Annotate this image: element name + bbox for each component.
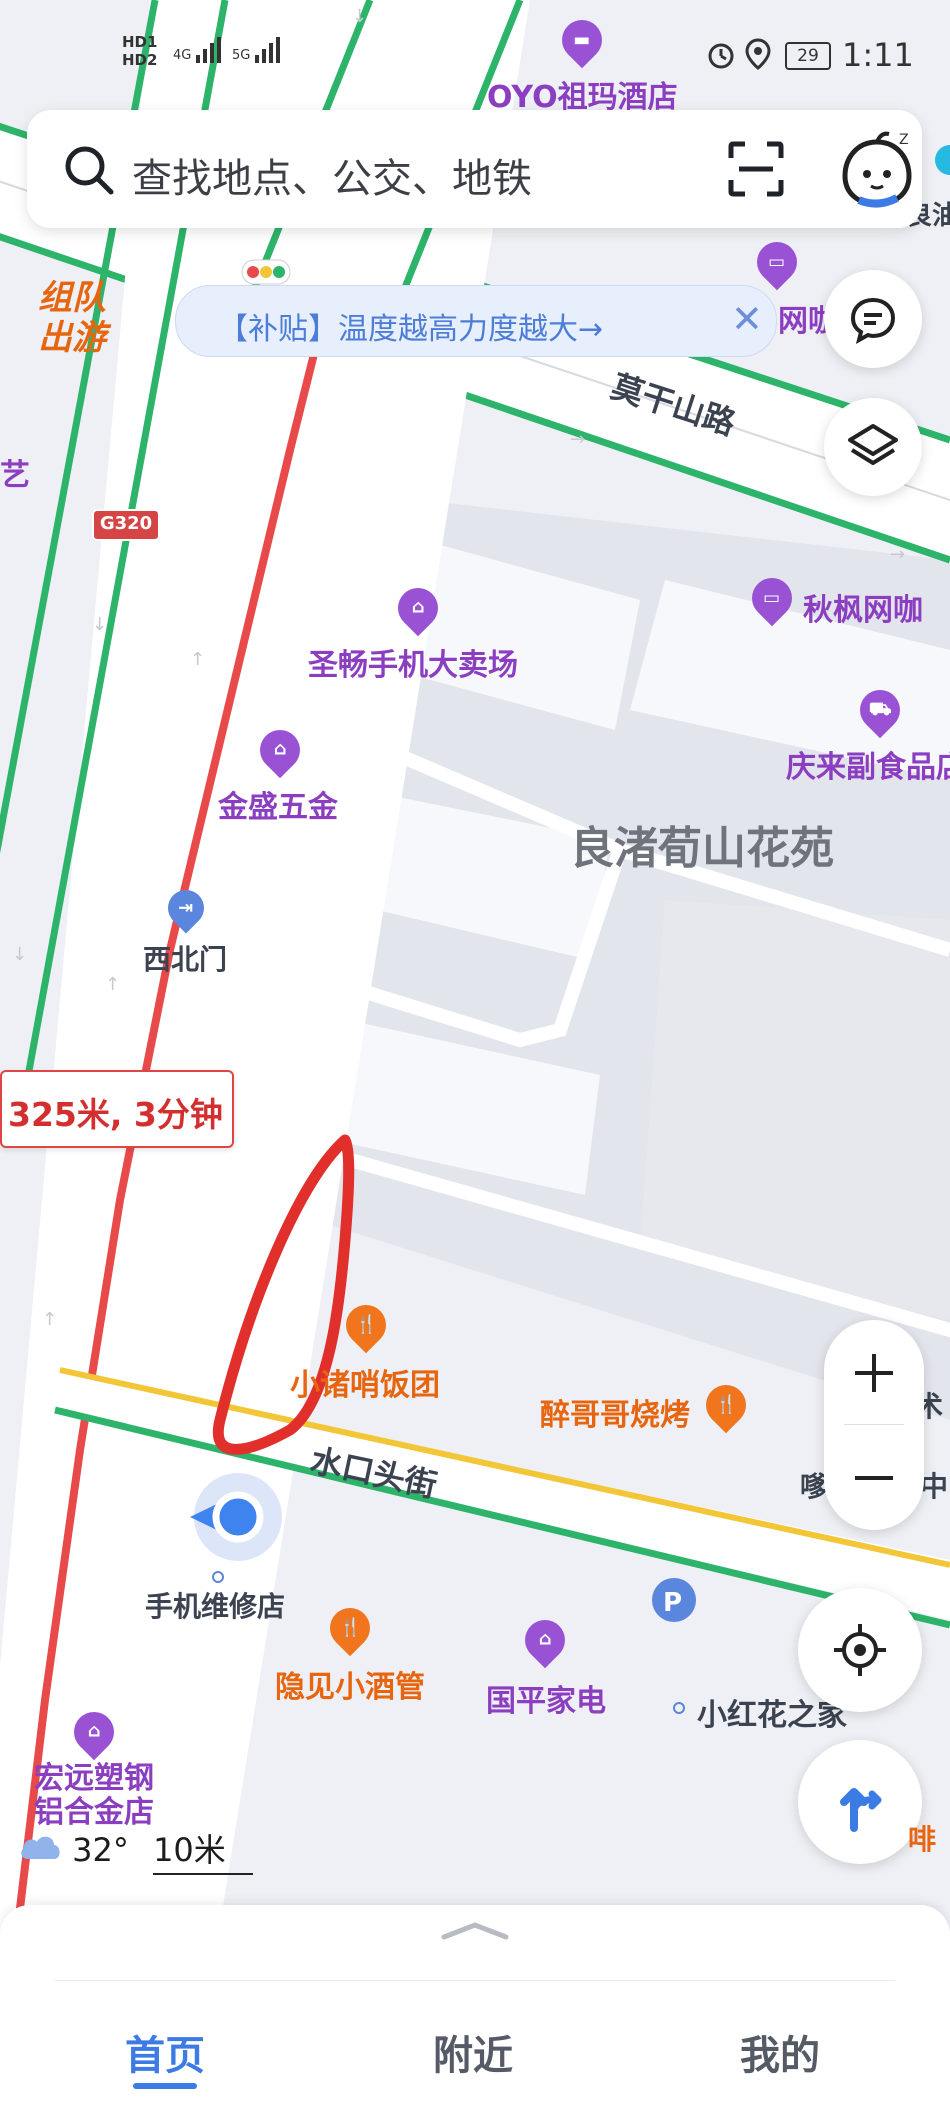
zoom-in-icon[interactable] <box>849 1348 899 1402</box>
poi-fragment-right3: 中 <box>920 1470 949 1503</box>
poi-northwest-gate[interactable]: 西北门 <box>143 938 227 978</box>
clock: 1:11 <box>842 36 914 74</box>
poi-phone-repair[interactable]: 手机维修店 <box>145 1585 285 1625</box>
zoom-divider <box>844 1424 904 1425</box>
svg-text:↑: ↑ <box>190 649 205 670</box>
tab-active-indicator <box>133 2083 197 2089</box>
poi-restaurant[interactable]: 小诸哨饭团 <box>290 1360 440 1404</box>
signal-bars-icon <box>195 35 226 63</box>
svg-text:→: → <box>570 429 585 450</box>
search-bar[interactable]: 查找地点、公交、地铁 Z <box>27 110 922 228</box>
zoom-out-icon[interactable] <box>849 1453 899 1507</box>
cloud-icon <box>18 1831 62 1869</box>
poi-internet-cafe[interactable]: 秋枫网咖 <box>803 585 923 629</box>
poi-phone-store[interactable]: 圣畅手机大卖场 <box>308 640 518 684</box>
svg-text:Z: Z <box>899 132 909 148</box>
route-distance-time[interactable]: 325米, 3分钟 <box>8 1088 223 1136</box>
poi-fragment-art: 艺 <box>0 458 30 493</box>
scale-label: 10米 <box>153 1825 254 1875</box>
poi-fragment-bottom-right: 啡 <box>908 1823 937 1856</box>
hd2-label: HD2 <box>122 51 158 69</box>
group-tour-promo[interactable]: 组队 出游 <box>38 278 106 358</box>
close-icon[interactable]: ✕ <box>731 300 763 338</box>
hd1-label: HD1 <box>122 33 158 51</box>
locate-button[interactable] <box>798 1588 922 1712</box>
alarm-icon <box>706 40 736 74</box>
search-input[interactable]: 查找地点、公交、地铁 <box>132 146 532 204</box>
search-icon <box>63 144 115 200</box>
zoom-control[interactable] <box>824 1320 924 1530</box>
temperature-label: 32° <box>72 1831 129 1869</box>
message-icon <box>850 297 896 344</box>
route-arrow-icon <box>840 1788 882 1832</box>
status-bar: HD1 HD2 4G 5G 29 1:11 <box>0 0 950 110</box>
route-info-label[interactable]: 325米, 3分钟 <box>0 1070 234 1148</box>
poi-hardware[interactable]: 金盛五金 <box>218 782 338 826</box>
svg-text:P: P <box>663 1588 682 1618</box>
layers-icon <box>848 424 898 465</box>
layers-button[interactable] <box>824 398 922 496</box>
bottom-sheet[interactable]: 首页 附近 我的 <box>0 1905 950 2111</box>
signal-5g: 5G <box>232 35 285 63</box>
scan-icon[interactable] <box>727 140 785 202</box>
area-label-residence[interactable]: 良渚荀山花苑 <box>570 812 834 876</box>
promo-text[interactable]: 【补贴】温度越高力度越大→ <box>218 304 603 348</box>
hd-indicator: HD1 HD2 <box>122 33 157 69</box>
svg-text:↑: ↑ <box>105 974 120 995</box>
signal2-label: 5G <box>232 48 251 63</box>
poi-food-store[interactable]: 庆来副食品店 <box>786 742 950 786</box>
svg-text:↓: ↓ <box>92 614 107 635</box>
message-button[interactable] <box>824 270 922 368</box>
tab-home[interactable]: 首页 <box>125 2023 205 2081</box>
svg-text:↓: ↓ <box>12 944 27 965</box>
signal-bars-icon <box>254 35 285 63</box>
svg-text:↑: ↑ <box>42 1309 57 1330</box>
poi-bbq[interactable]: 醉哥哥烧烤 <box>540 1390 690 1434</box>
assistant-avatar-icon[interactable]: Z <box>837 128 917 214</box>
tab-mine[interactable]: 我的 <box>740 2023 820 2081</box>
navigation-button[interactable] <box>798 1740 922 1864</box>
signal1-label: 4G <box>173 48 192 63</box>
chevron-up-icon[interactable] <box>440 1919 510 1945</box>
poi-appliance[interactable]: 国平家电 <box>486 1676 606 1720</box>
locate-icon <box>834 1624 886 1676</box>
promo-banner[interactable]: 【补贴】温度越高力度越大→ ✕ <box>175 285 777 357</box>
highway-shield: G320 <box>99 513 153 534</box>
battery-indicator: 29 <box>785 42 831 70</box>
location-icon <box>745 38 771 74</box>
poi-plastic-steel[interactable]: 宏远塑钢 铝合金店 <box>34 1762 154 1830</box>
weather-widget[interactable]: 32° 10米 <box>18 1825 254 1875</box>
svg-text:→: → <box>890 544 905 565</box>
tab-nearby[interactable]: 附近 <box>433 2023 513 2081</box>
divider <box>55 1980 895 1981</box>
poi-bar[interactable]: 隐见小酒管 <box>275 1662 425 1706</box>
signal-4g: 4G <box>173 35 226 63</box>
